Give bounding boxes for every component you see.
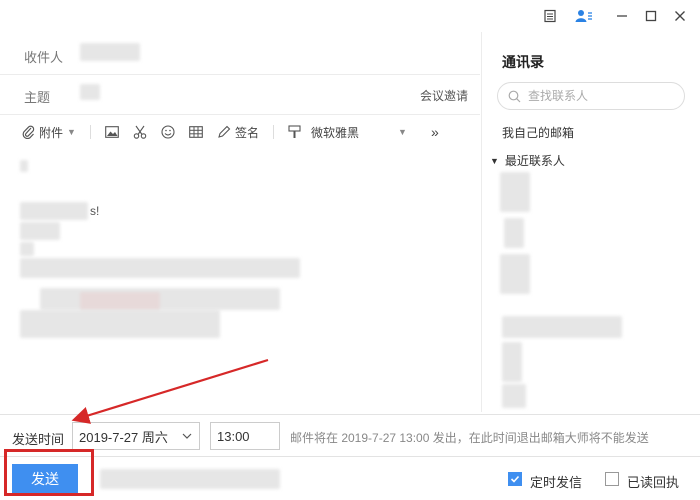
chevron-down-icon	[182, 433, 192, 439]
subject-label: 主题	[24, 90, 51, 105]
contacts-title: 通讯录	[502, 54, 544, 70]
recipient-redacted	[80, 43, 140, 61]
checkmark-icon	[510, 475, 520, 483]
format-brush-icon	[288, 125, 301, 138]
smiley-icon	[161, 125, 175, 139]
compose-panel: 收件人 主题 会议邀请 附件 ▼ 签名 微软雅黑 ▼ » s!	[0, 32, 480, 412]
search-icon	[508, 90, 521, 103]
editor-toolbar: 附件 ▼ 签名 微软雅黑 ▼ »	[0, 117, 480, 147]
my-mailbox-item[interactable]: 我自己的邮箱	[502, 124, 574, 141]
contact-redacted	[500, 254, 530, 294]
subject-redacted	[80, 84, 100, 100]
meeting-invite-link[interactable]: 会议邀请	[420, 87, 468, 104]
notepad-icon[interactable]	[540, 6, 560, 26]
attachment-button[interactable]: 附件 ▼	[22, 124, 76, 141]
toolbar-divider	[89, 125, 91, 139]
pen-icon	[218, 125, 231, 138]
chevron-down-icon: ▼	[490, 155, 499, 166]
table-icon	[189, 126, 203, 138]
chevron-down-icon: ▼	[398, 127, 407, 137]
scheduled-send-label: 定时发信	[530, 475, 583, 490]
send-date-value: 2019-7-27 周六	[79, 429, 168, 445]
contacts-toggle-icon[interactable]	[574, 6, 594, 26]
signature-button[interactable]: 签名	[217, 124, 259, 141]
send-time-label: 发送时间	[12, 432, 65, 447]
contact-redacted	[504, 218, 524, 248]
sender-redacted	[100, 469, 280, 489]
attachment-label: 附件	[39, 125, 64, 140]
contact-redacted	[502, 384, 526, 408]
recipient-label: 收件人	[24, 50, 64, 65]
title-bar	[0, 0, 700, 32]
recent-contacts-label: 最近联系人	[504, 154, 565, 168]
body-redacted	[20, 242, 34, 256]
double-chevron-right-icon: »	[430, 124, 439, 140]
contact-redacted	[502, 342, 522, 382]
maximize-icon[interactable]	[641, 6, 661, 26]
body-redacted	[20, 222, 60, 240]
email-body-editor[interactable]: s!	[0, 152, 480, 412]
close-icon[interactable]	[670, 6, 690, 26]
send-date-select[interactable]: 2019-7-27 周六	[72, 422, 200, 450]
body-redacted	[80, 292, 160, 310]
image-button[interactable]	[105, 126, 119, 138]
greeting-fragment: s!	[90, 204, 100, 218]
recipient-row[interactable]: 收件人	[0, 35, 480, 75]
body-redacted	[20, 310, 220, 338]
subject-row[interactable]: 主题 会议邀请	[0, 75, 480, 115]
annotation-highlight-box	[4, 449, 94, 496]
format-painter-button[interactable]	[288, 125, 301, 139]
font-family-label: 微软雅黑	[310, 125, 359, 140]
table-button[interactable]	[189, 126, 203, 138]
toolbar-divider	[272, 125, 274, 139]
emoji-button[interactable]	[161, 125, 175, 139]
send-bar: 发送 定时发信 已读回执	[0, 456, 700, 500]
send-time-input[interactable]	[210, 422, 280, 450]
chevron-down-icon: ▼	[67, 127, 76, 137]
contact-search-input[interactable]	[528, 87, 678, 105]
more-tools-button[interactable]: »	[431, 124, 439, 140]
scheduled-send-checkbox[interactable]	[508, 472, 522, 486]
contact-search-box[interactable]	[497, 82, 685, 110]
signature-label: 签名	[234, 125, 259, 140]
read-receipt-checkbox[interactable]	[605, 472, 619, 486]
font-family-select[interactable]: 微软雅黑 ▼	[311, 124, 407, 141]
body-redacted	[20, 258, 300, 278]
body-redacted	[20, 202, 88, 220]
paperclip-icon	[22, 125, 35, 139]
contact-redacted	[502, 316, 622, 338]
scissors-icon	[133, 125, 147, 139]
screenshot-button[interactable]	[133, 125, 147, 139]
read-receipt-label: 已读回执	[627, 475, 680, 490]
image-icon	[105, 126, 119, 138]
contact-redacted	[500, 172, 530, 212]
recent-contacts-group[interactable]: ▼ 最近联系人	[490, 152, 565, 169]
contacts-panel: 通讯录 我自己的邮箱 ▼ 最近联系人	[481, 32, 700, 412]
body-redacted	[40, 288, 280, 310]
schedule-bar: 发送时间 2019-7-27 周六 邮件将在 2019-7-27 13:00 发…	[0, 414, 700, 456]
schedule-note: 邮件将在 2019-7-27 13:00 发出，在此时间退出邮箱大师将不能发送	[290, 431, 649, 445]
body-redacted	[20, 160, 28, 172]
minimize-icon[interactable]	[612, 6, 632, 26]
